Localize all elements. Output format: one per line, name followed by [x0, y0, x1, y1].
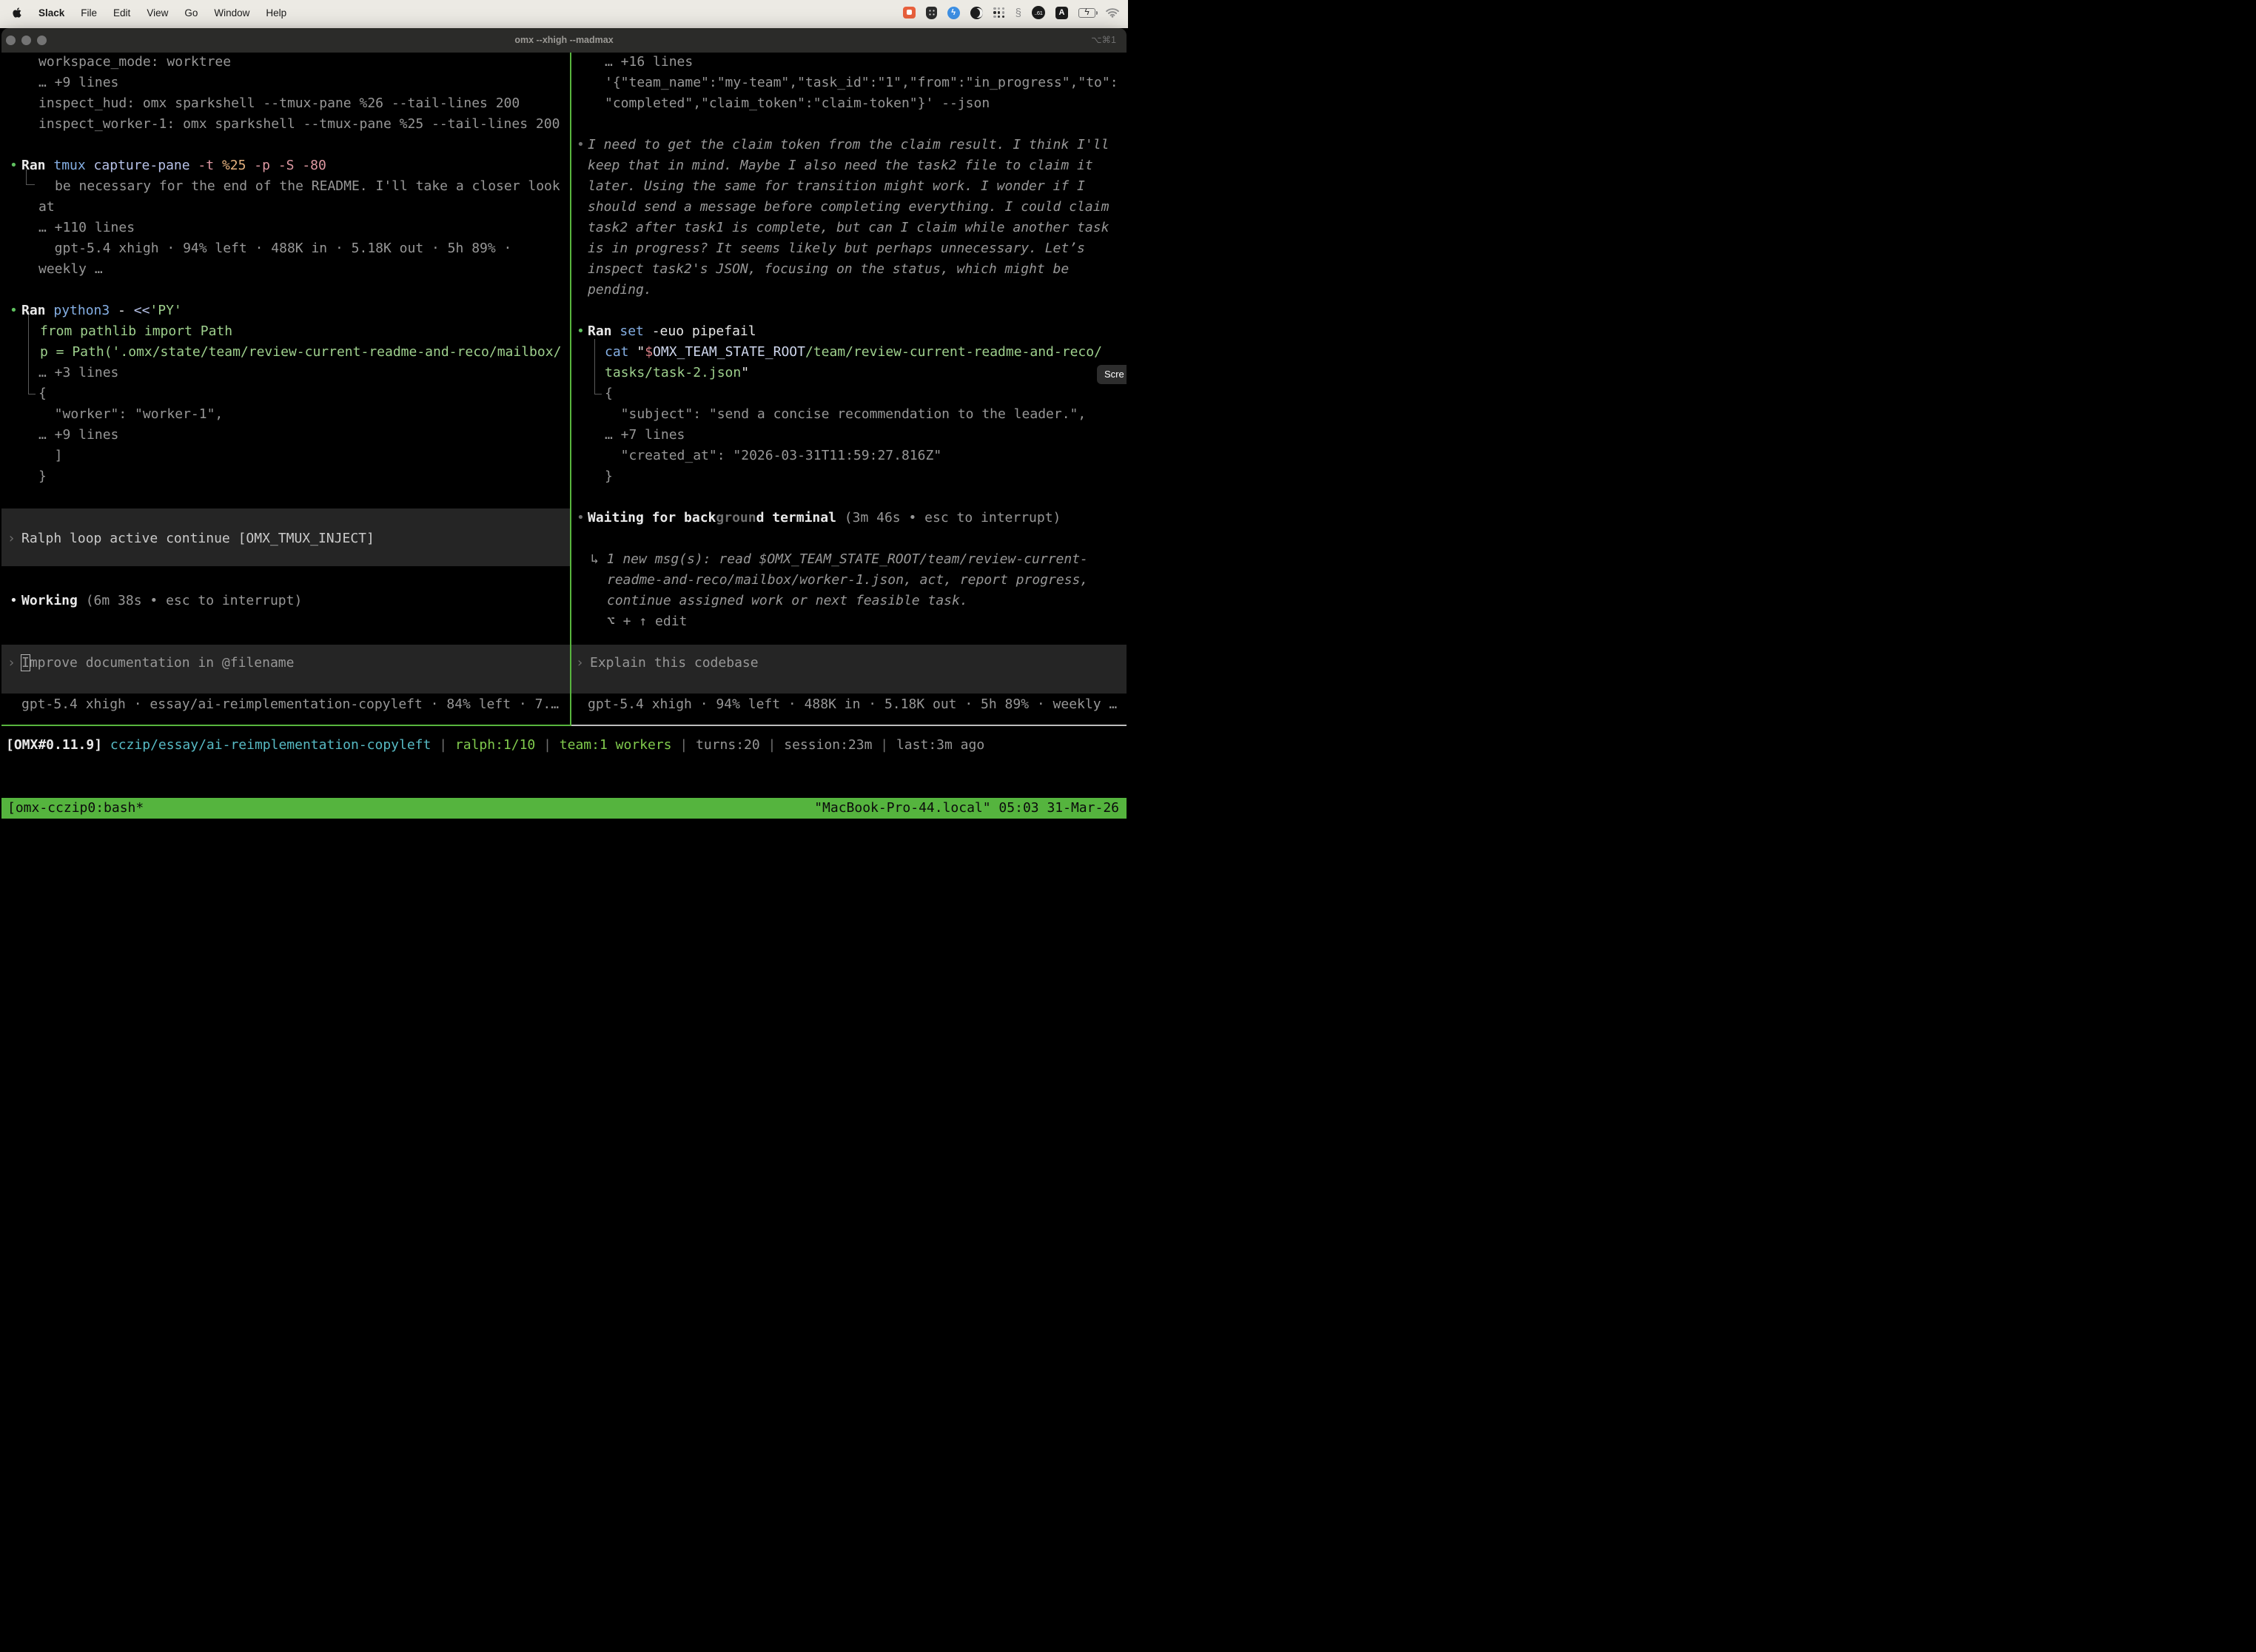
terminal-line: ›	[576, 653, 584, 674]
terminal-line: ↳ 1 new msg(s): read $OMX_TEAM_STATE_ROO…	[591, 549, 1088, 570]
terminal-line: is in progress? It seems likely but perh…	[588, 238, 1085, 259]
terminal-line: … +110 lines	[38, 218, 135, 238]
terminal-line: ›	[7, 653, 16, 674]
terminal-line: Waiting for background terminal (3m 46s …	[588, 508, 1061, 528]
terminal-line: cat "$OMX_TEAM_STATE_ROOT/team/review-cu…	[605, 342, 1102, 363]
terminal-line: inspect task2's JSON, focusing on the st…	[588, 259, 1069, 280]
terminal-line: Explain this codebase	[590, 653, 759, 674]
terminal-line: readme-and-reco/mailbox/worker-1.json, a…	[607, 570, 1088, 591]
terminal-line: gpt-5.4 xhigh · essay/ai-reimplementatio…	[21, 694, 559, 715]
right-terminal-pane[interactable]: … +16 lines'{"team_name":"my-team","task…	[571, 53, 1127, 725]
terminal-line: "worker": "worker-1",	[38, 404, 223, 425]
terminal-line: Working (6m 38s • esc to interrupt)	[21, 591, 302, 611]
terminal-line: I need to get the claim token from the c…	[588, 135, 1109, 155]
apple-menu-icon[interactable]	[12, 7, 22, 19]
terminal-line: •	[577, 508, 585, 528]
left-terminal-pane[interactable]: workspace_mode: worktree… +9 linesinspec…	[1, 53, 570, 725]
terminal-line: Ralph loop active continue [OMX_TMUX_INJ…	[21, 528, 375, 549]
terminal-line: '{"team_name":"my-team","task_id":"1","f…	[605, 73, 1118, 93]
terminal-line: "created_at": "2026-03-31T11:59:27.816Z"	[605, 446, 941, 466]
menu-item-go[interactable]: Go	[184, 7, 198, 19]
terminal-line: should send a message before completing …	[588, 197, 1109, 218]
crescent-icon[interactable]	[970, 7, 983, 19]
terminal-line: … +3 lines	[38, 363, 118, 383]
terminal-line: … +16 lines	[605, 53, 693, 73]
output-connector	[594, 339, 602, 394]
tmux-session-label: [omx-cczip0:bash*	[7, 798, 144, 819]
terminal-line: gpt-5.4 xhigh · 94% left · 488K in · 5.1…	[588, 694, 1117, 715]
menu-item-file[interactable]: File	[81, 7, 97, 19]
menu-item-window[interactable]: Window	[214, 7, 249, 19]
menu-item-edit[interactable]: Edit	[113, 7, 130, 19]
terminal-line: ›	[7, 528, 16, 549]
terminal-line: … +9 lines	[38, 73, 118, 93]
terminal-line: be necessary for the end of the README. …	[55, 176, 560, 197]
terminal-line: weekly …	[38, 259, 103, 280]
terminal-line: ]	[38, 446, 63, 466]
tmux-status-bar[interactable]: [omx-cczip0:bash* "MacBook-Pro-44.local"…	[1, 798, 1127, 819]
window-title: omx --xhigh --madmax	[1, 28, 1127, 53]
terminal-line: ⌥ + ↑ edit	[607, 611, 687, 632]
terminal-line: "completed","claim_token":"claim-token"}…	[605, 93, 990, 114]
blue-badge-icon[interactable]: ϟ	[947, 7, 960, 19]
terminal-line: inspect_hud: omx sparkshell --tmux-pane …	[38, 93, 520, 114]
text-cursor[interactable]: I	[21, 655, 30, 671]
menu-item-help[interactable]: Help	[266, 7, 286, 19]
shield-grid-icon[interactable]	[926, 7, 937, 19]
terminal-line: {	[38, 383, 47, 404]
terminal-line: [OMX#0.11.9] cczip/essay/ai-reimplementa…	[6, 735, 984, 756]
terminal-line: task2 after task1 is complete, but can I…	[588, 218, 1109, 238]
terminal-window: omx --xhigh --madmax ⌥⌘1 workspace_mode:…	[1, 28, 1127, 826]
terminal-line: •	[10, 300, 18, 321]
terminal-line: continue assigned work or next feasible …	[607, 591, 968, 611]
left-pane-active-border	[1, 725, 570, 726]
count-badge-icon[interactable]: ..61	[1032, 6, 1045, 19]
terminal-line: … +7 lines	[605, 425, 685, 446]
menu-item-app-slack[interactable]: Slack	[38, 7, 64, 19]
terminal-line: Ran python3 - <<'PY'	[21, 300, 182, 321]
input-source-icon[interactable]: A	[1055, 7, 1068, 19]
slack-notification-icon[interactable]	[903, 7, 916, 19]
window-shortcut-badge: ⌥⌘1	[1091, 28, 1116, 53]
terminal-line: from pathlib import Path	[40, 321, 232, 342]
terminal-line: Ran tmux capture-pane -t %25 -p -S -80	[21, 155, 326, 176]
battery-charging-icon[interactable]: ϟ	[1078, 8, 1095, 18]
terminal-line: •	[577, 135, 585, 155]
menu-bar: Slack File Edit View Go Window Help ϟ § …	[0, 0, 1128, 25]
squiggle-icon[interactable]: §	[1015, 7, 1021, 19]
terminal-line: workspace_mode: worktree	[38, 53, 231, 73]
wifi-icon[interactable]	[1106, 7, 1119, 18]
terminal-line: inspect_worker-1: omx sparkshell --tmux-…	[38, 114, 560, 135]
terminal-line: •	[577, 321, 585, 342]
terminal-line: at	[38, 197, 55, 218]
terminal-line: tasks/task-2.json"	[605, 363, 749, 383]
output-connector	[28, 311, 36, 394]
terminal-line: "subject": "send a concise recommendatio…	[605, 404, 1086, 425]
terminal-line: }	[38, 466, 47, 487]
terminal-line: keep that in mind. Maybe I also need the…	[588, 155, 1093, 176]
terminal-line: p = Path('.omx/state/team/review-current…	[40, 342, 561, 363]
terminal-line: •	[10, 591, 18, 611]
title-bar[interactable]: omx --xhigh --madmax ⌥⌘1	[1, 28, 1127, 53]
terminal-line: {	[605, 383, 613, 404]
dots-grid-icon[interactable]	[993, 7, 1005, 19]
terminal-line: Improve documentation in @filename	[21, 653, 294, 674]
terminal-line: later. Using the same for transition mig…	[588, 176, 1085, 197]
terminal-line: … +9 lines	[38, 425, 118, 446]
tmux-host-clock: "MacBook-Pro-44.local" 05:03 31-Mar-26	[814, 798, 1119, 819]
menu-item-view[interactable]: View	[147, 7, 168, 19]
terminal-line: Ran set -euo pipefail	[588, 321, 756, 342]
terminal-line: gpt-5.4 xhigh · 94% left · 488K in · 5.1…	[38, 238, 511, 259]
screen-overlay-tooltip: Scre	[1097, 365, 1127, 384]
terminal-line: pending.	[588, 280, 652, 300]
right-pane-border	[571, 725, 1127, 726]
terminal-line: }	[605, 466, 613, 487]
pane-divider[interactable]	[570, 53, 571, 726]
terminal-line: •	[10, 155, 18, 176]
